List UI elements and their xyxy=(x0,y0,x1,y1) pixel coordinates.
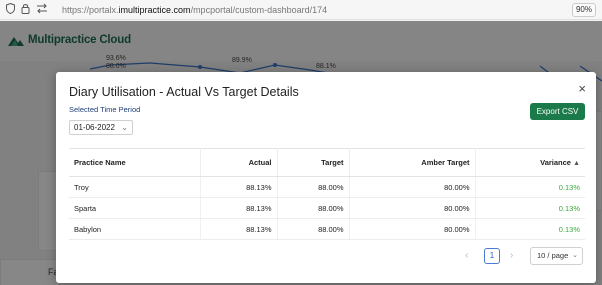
variance-cell: 0.13% xyxy=(475,176,585,198)
time-period-label: Selected Time Period xyxy=(69,105,141,114)
target-cell: 88.00% xyxy=(277,197,350,219)
url-host: imultipractice.com xyxy=(118,5,191,15)
modal-title: Diary Utilisation - Actual Vs Target Det… xyxy=(69,85,299,99)
details-table: Practice Name Actual Target Amber Target… xyxy=(69,148,585,240)
column-header-practice-name[interactable]: Practice Name xyxy=(69,148,201,177)
actual-cell: 88.13% xyxy=(200,197,278,219)
sort-icon[interactable]: ▲︎ xyxy=(573,160,580,167)
column-header-variance[interactable]: Variance ▲︎ xyxy=(475,148,585,177)
lock-icon[interactable] xyxy=(21,3,30,19)
connection-icon[interactable] xyxy=(36,3,48,19)
target-cell: 88.00% xyxy=(277,176,350,198)
amber-target-cell: 80.00% xyxy=(349,197,476,219)
practice-name-cell: Babylon xyxy=(69,218,201,240)
table-row[interactable]: Troy 88.13% 88.00% 80.00% 0.13% xyxy=(69,176,585,198)
variance-header-label: Variance xyxy=(540,158,571,167)
next-page-icon[interactable]: › xyxy=(510,250,513,261)
zoom-badge[interactable]: 90% xyxy=(571,3,596,17)
date-picker[interactable]: 01-06-2022 ⌄ xyxy=(69,120,133,135)
url-field[interactable]: https://portalx.imultipractice.com/mpcpo… xyxy=(62,3,327,17)
actual-cell: 88.13% xyxy=(200,176,278,198)
table-row[interactable]: Sparta 88.13% 88.00% 80.00% 0.13% xyxy=(69,197,585,219)
url-path: /mpcportal/custom-dashboard/174 xyxy=(190,5,328,15)
column-header-amber-target[interactable]: Amber Target xyxy=(349,148,476,177)
url-prefix: https://portalx. xyxy=(62,5,119,15)
amber-target-cell: 80.00% xyxy=(349,176,476,198)
page-size-select[interactable]: 10 / page ⌄ xyxy=(530,247,583,265)
page-number-button[interactable]: 1 xyxy=(484,248,500,264)
export-csv-button[interactable]: Export CSV xyxy=(530,103,585,120)
column-header-target[interactable]: Target xyxy=(277,148,350,177)
variance-cell: 0.13% xyxy=(475,218,585,240)
details-modal: Diary Utilisation - Actual Vs Target Det… xyxy=(56,72,596,283)
target-cell: 88.00% xyxy=(277,218,350,240)
actual-cell: 88.13% xyxy=(200,218,278,240)
variance-cell: 0.13% xyxy=(475,197,585,219)
column-header-actual[interactable]: Actual xyxy=(200,148,278,177)
table-header-row: Practice Name Actual Target Amber Target… xyxy=(69,148,585,177)
shield-icon[interactable] xyxy=(6,2,15,19)
page-size-value: 10 / page xyxy=(537,251,569,260)
close-icon[interactable]: × xyxy=(578,82,586,95)
table-row[interactable]: Babylon 88.13% 88.00% 80.00% 0.13% xyxy=(69,218,585,240)
chevron-down-icon: ⌄ xyxy=(572,252,578,259)
prev-page-icon[interactable]: ‹ xyxy=(465,250,468,261)
browser-address-bar: https://portalx.imultipractice.com/mpcpo… xyxy=(0,0,602,20)
practice-name-cell: Troy xyxy=(69,176,201,198)
amber-target-cell: 80.00% xyxy=(349,218,476,240)
practice-name-cell: Sparta xyxy=(69,197,201,219)
date-value: 01-06-2022 xyxy=(74,123,115,132)
chevron-down-icon: ⌄ xyxy=(121,123,128,132)
